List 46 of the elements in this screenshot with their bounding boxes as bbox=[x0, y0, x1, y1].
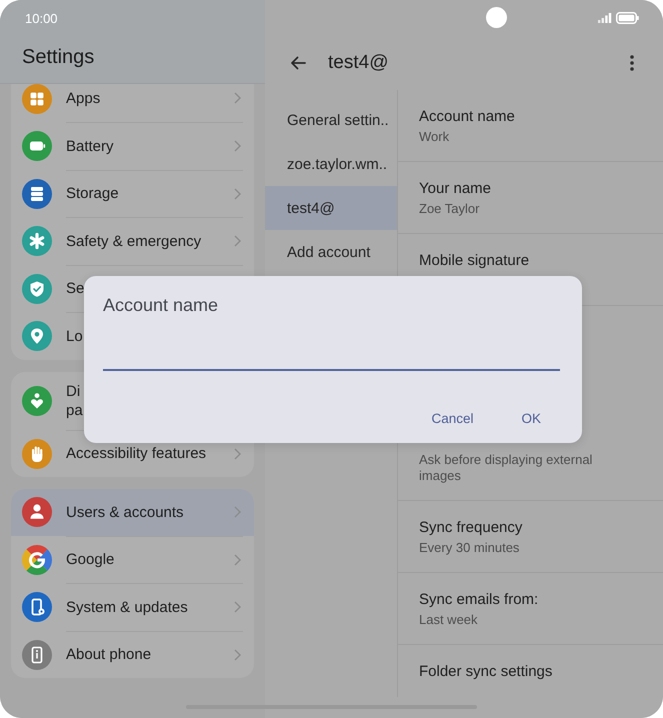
shield-check-icon bbox=[22, 274, 52, 304]
back-arrow-icon[interactable] bbox=[290, 56, 306, 70]
battery-icon bbox=[22, 131, 52, 162]
setting-title[interactable]: Sync frequency bbox=[419, 518, 522, 538]
setting-title[interactable]: Folder sync settings bbox=[419, 662, 552, 682]
setting-value: Work bbox=[419, 128, 450, 144]
account-title: test4@ bbox=[328, 52, 390, 74]
dialog-button[interactable]: Cancel bbox=[412, 403, 492, 435]
setting-title[interactable]: Account name bbox=[419, 106, 515, 126]
setting-title[interactable]: Sync emails from: bbox=[419, 590, 538, 610]
settings-item[interactable]: About phone bbox=[11, 632, 254, 678]
setting-value: Last week bbox=[419, 612, 478, 628]
setting-title[interactable]: Mobile signature bbox=[419, 250, 530, 270]
hand-icon bbox=[22, 438, 52, 469]
phone-gear-icon bbox=[22, 592, 52, 622]
settings-item[interactable]: Battery bbox=[11, 123, 254, 170]
settings-item[interactable]: Storage bbox=[11, 170, 254, 217]
battery-icon bbox=[616, 12, 639, 24]
settings-item[interactable]: Se bbox=[11, 266, 84, 312]
settings-item[interactable]: System & updates bbox=[11, 584, 254, 630]
setting-value: Zoe Taylor bbox=[419, 200, 480, 216]
settings-item[interactable]: Users & accounts bbox=[11, 489, 254, 536]
camera-dot-icon bbox=[486, 6, 507, 28]
dialog-button[interactable]: OK bbox=[502, 403, 560, 435]
settings-item[interactable]: Google bbox=[11, 536, 254, 583]
asterisk-icon bbox=[22, 226, 52, 256]
g-logo-icon bbox=[22, 544, 52, 575]
settings-item[interactable]: Apps bbox=[11, 84, 254, 122]
settings-item[interactable]: Safety & emergency bbox=[11, 218, 254, 264]
settings-item[interactable]: Lo bbox=[11, 313, 83, 360]
account-nav-item[interactable]: test4@ bbox=[265, 186, 397, 230]
person-icon bbox=[22, 497, 52, 528]
setting-value: Every 30 minutes bbox=[419, 540, 520, 556]
settings-title: Settings bbox=[22, 45, 94, 70]
apps-grid-icon bbox=[22, 84, 52, 114]
status-time: 10:00 bbox=[25, 10, 58, 26]
location-pin-icon bbox=[22, 321, 52, 352]
phone-info-icon bbox=[22, 640, 52, 670]
more-menu-icon[interactable] bbox=[630, 55, 634, 71]
dialog-title: Account name bbox=[103, 294, 218, 316]
signal-icon bbox=[598, 13, 612, 23]
storage-stack-icon bbox=[22, 178, 52, 209]
setting-value: Ask before displaying external images bbox=[419, 452, 594, 484]
setting-title[interactable]: Your name bbox=[419, 178, 491, 198]
settings-item[interactable]: Di pa bbox=[11, 372, 83, 430]
heart-person-icon bbox=[22, 386, 52, 416]
